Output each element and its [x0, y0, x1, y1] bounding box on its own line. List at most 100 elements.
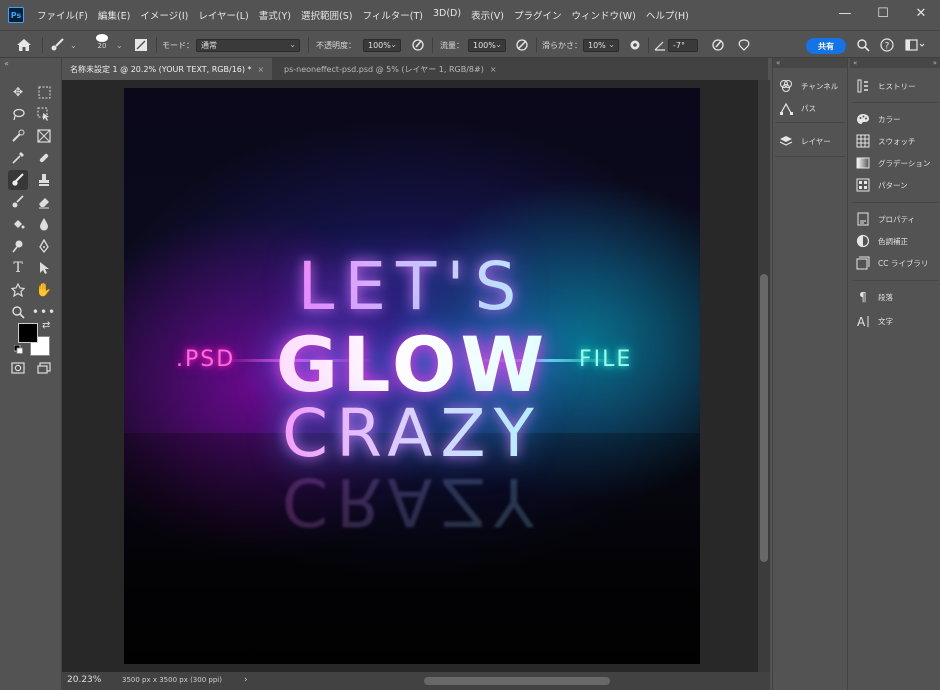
brush-settings-icon[interactable] [134, 37, 148, 53]
menu-filter[interactable]: フィルター(T) [357, 8, 428, 22]
menu-3d[interactable]: 3D(D) [428, 8, 466, 22]
menu-layer[interactable]: レイヤー(L) [193, 8, 253, 22]
flow-input[interactable]: 100% ⌄ [468, 39, 506, 52]
panel-color[interactable]: カラー [856, 112, 901, 126]
smoothing-settings-icon[interactable] [628, 37, 642, 53]
menu-file[interactable]: ファイル(F) [32, 8, 93, 22]
crop-tool-icon[interactable] [34, 126, 54, 146]
screen-mode-icon[interactable] [34, 358, 54, 378]
panel-channels[interactable]: チャンネル [779, 79, 838, 93]
hand-tool-icon[interactable]: ✋ [34, 280, 54, 300]
panel-layers[interactable]: レイヤー [779, 134, 831, 148]
opacity-input[interactable]: 100% ⌄ [363, 39, 401, 52]
panel-label: ヒストリー [878, 81, 916, 91]
pen-tool-icon[interactable] [34, 236, 54, 256]
shape-tool-icon[interactable] [8, 280, 28, 300]
vertical-scroll-thumb[interactable] [760, 274, 768, 562]
zoom-level[interactable]: 20.23% [67, 675, 101, 685]
panel-paragraph[interactable]: ¶ 段落 [856, 290, 893, 304]
chevron-down-icon[interactable]: ⌄ [116, 37, 123, 53]
angle-input[interactable]: -7° [668, 39, 698, 52]
airbrush-icon[interactable] [514, 37, 530, 53]
tab-label: 名称未設定 1 @ 20.2% (YOUR TEXT, RGB/16) * [70, 64, 252, 74]
panel-gradients[interactable]: グラデーション [856, 156, 930, 170]
menu-help[interactable]: ヘルプ(H) [641, 8, 694, 22]
channels-icon [779, 79, 793, 93]
menu-plugins[interactable]: プラグイン [509, 8, 567, 22]
document-canvas[interactable]: LET'S GLOW CRAZY CRAZY .PSD FILE [124, 88, 700, 664]
panel-label: レイヤー [801, 136, 831, 146]
menu-image[interactable]: イメージ(I) [135, 8, 193, 22]
healing-brush-tool-icon[interactable] [34, 148, 54, 168]
pressure-size-icon[interactable] [710, 37, 726, 53]
swap-colors-icon[interactable]: ⇄ [42, 320, 50, 331]
menu-edit[interactable]: 編集(E) [93, 8, 135, 22]
history-brush-tool-icon[interactable] [8, 192, 28, 212]
blur-tool-icon[interactable] [34, 214, 54, 234]
dock-collapse-bar[interactable]: » « [850, 58, 940, 68]
minimize-button[interactable]: — [826, 0, 864, 26]
brush-tool-icon[interactable] [8, 170, 28, 190]
adjustments-icon [856, 234, 870, 248]
brush-preset-icon[interactable]: ⌄ [50, 37, 77, 53]
foreground-color-swatch[interactable] [18, 323, 38, 343]
path-selection-tool-icon[interactable] [34, 258, 54, 278]
close-button[interactable]: ✕ [902, 0, 940, 26]
default-colors-icon[interactable] [13, 344, 23, 354]
zoom-tool-icon[interactable] [8, 302, 28, 322]
panel-adjustments[interactable]: 色調補正 [856, 234, 908, 248]
menu-bar: Ps ファイル(F) 編集(E) イメージ(I) レイヤー(L) 書式(Y) 選… [0, 0, 940, 30]
smoothing-label: 滑らかさ： [542, 40, 582, 50]
dodge-tool-icon[interactable] [8, 236, 28, 256]
quick-mask-icon[interactable] [8, 358, 28, 378]
smoothing-input[interactable]: 10% ⌄ [583, 39, 619, 52]
vertical-scrollbar[interactable] [758, 80, 770, 672]
neon-text-reflection: CRAZY [124, 463, 700, 540]
paint-bucket-tool-icon[interactable] [8, 214, 28, 234]
panel-label: カラー [878, 114, 901, 124]
menu-window[interactable]: ウィンドウ(W) [567, 8, 641, 22]
marquee-tool-icon[interactable] [34, 82, 54, 102]
collapse-icon[interactable]: « [4, 59, 9, 68]
menu-select[interactable]: 選択範囲(S) [296, 8, 357, 22]
quick-selection-tool-icon[interactable] [8, 126, 28, 146]
stamp-tool-icon[interactable] [34, 170, 54, 190]
layers-icon [779, 134, 793, 148]
maximize-button[interactable]: ☐ [864, 0, 902, 26]
pressure-opacity-icon[interactable] [410, 37, 426, 53]
eyedropper-tool-icon[interactable] [8, 148, 28, 168]
panel-libraries[interactable]: CC ライブラリ [856, 256, 928, 270]
mode-select[interactable]: 通常 ⌄ [196, 39, 300, 52]
brush-tip-icon [96, 34, 108, 42]
object-selection-tool-icon[interactable] [34, 104, 54, 124]
panel-paths[interactable]: パス [779, 101, 816, 115]
lasso-tool-icon[interactable] [8, 104, 28, 124]
horizontal-scroll-thumb[interactable] [424, 677, 610, 685]
search-icon[interactable] [856, 37, 870, 53]
tab-document-1[interactable]: 名称未設定 1 @ 20.2% (YOUR TEXT, RGB/16) * × [62, 58, 272, 80]
tab-document-2[interactable]: ps-neoneffect-psd.psd @ 5% (レイヤー 1, RGB/… [276, 58, 505, 80]
panel-label: グラデーション [878, 158, 931, 168]
dock-collapse-bar[interactable]: « [773, 58, 847, 68]
type-tool-icon[interactable]: T [8, 258, 28, 278]
tab-close-icon[interactable]: × [258, 65, 265, 74]
status-menu-arrow-icon[interactable]: › [244, 675, 248, 685]
panel-history[interactable]: ヒストリー [856, 79, 916, 93]
symmetry-icon[interactable] [736, 37, 752, 53]
help-icon[interactable]: ? [880, 37, 894, 53]
panel-character[interactable]: A 文字 [856, 314, 893, 328]
home-icon[interactable] [16, 37, 32, 53]
options-bar: ⌄ 20 ⌄ モード： 通常 ⌄ 不透明度： 100% ⌄ 流量： 100% ⌄… [0, 30, 940, 58]
menu-type[interactable]: 書式(Y) [254, 8, 296, 22]
tab-close-icon[interactable]: × [490, 65, 497, 74]
brush-size-picker[interactable]: 20 [96, 34, 108, 50]
workspace-icon[interactable] [905, 37, 925, 53]
eraser-tool-icon[interactable] [34, 192, 54, 212]
panel-patterns[interactable]: パターン [856, 178, 908, 192]
menu-view[interactable]: 表示(V) [466, 8, 509, 22]
more-tools-icon[interactable]: ••• [32, 302, 55, 322]
panel-swatches[interactable]: スウォッチ [856, 134, 916, 148]
share-button[interactable]: 共有 [806, 38, 846, 54]
move-tool-icon[interactable]: ✥ [8, 82, 28, 102]
panel-properties[interactable]: プロパティ [856, 212, 915, 226]
